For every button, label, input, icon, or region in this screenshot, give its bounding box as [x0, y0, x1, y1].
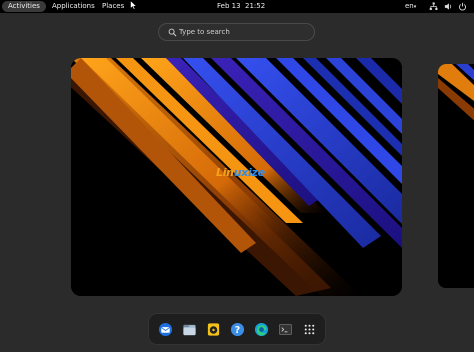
language-label: en — [405, 2, 414, 10]
svg-text:?: ? — [235, 325, 240, 336]
help-icon[interactable]: ? — [230, 322, 245, 337]
mouse-cursor-icon — [130, 0, 137, 10]
volume-icon[interactable] — [444, 2, 453, 11]
workspace-thumbnail[interactable]: Linuxize — [71, 58, 402, 296]
rhythmbox-icon[interactable] — [206, 322, 221, 337]
wallpaper-stripes-2 — [438, 64, 474, 288]
dock: ? — [148, 313, 326, 345]
app-grid-icon[interactable] — [302, 322, 317, 337]
clock[interactable]: Feb 13 21:52 — [217, 0, 265, 13]
applications-menu[interactable]: Applications — [52, 0, 95, 13]
workspace-thumbnail-2[interactable] — [438, 64, 474, 288]
places-menu[interactable]: Places — [102, 0, 124, 13]
search-field[interactable]: Type to search — [158, 23, 315, 41]
thunderbird-icon[interactable] — [158, 322, 173, 337]
search-icon — [168, 28, 177, 37]
files-icon[interactable] — [182, 322, 197, 337]
clock-date: Feb 13 — [217, 2, 241, 10]
edge-icon[interactable] — [254, 322, 269, 337]
clock-time: 21:52 — [244, 2, 266, 10]
power-icon[interactable] — [458, 2, 467, 11]
terminal-icon[interactable] — [278, 322, 293, 337]
search-placeholder: Type to search — [179, 28, 230, 36]
activities-button[interactable]: Activities — [2, 1, 46, 12]
network-icon[interactable] — [429, 2, 438, 11]
linuxize-logo: Linuxize — [216, 166, 265, 179]
language-indicator[interactable]: en▾ — [405, 0, 416, 13]
top-bar: Activities Applications Places Feb 13 21… — [0, 0, 474, 13]
